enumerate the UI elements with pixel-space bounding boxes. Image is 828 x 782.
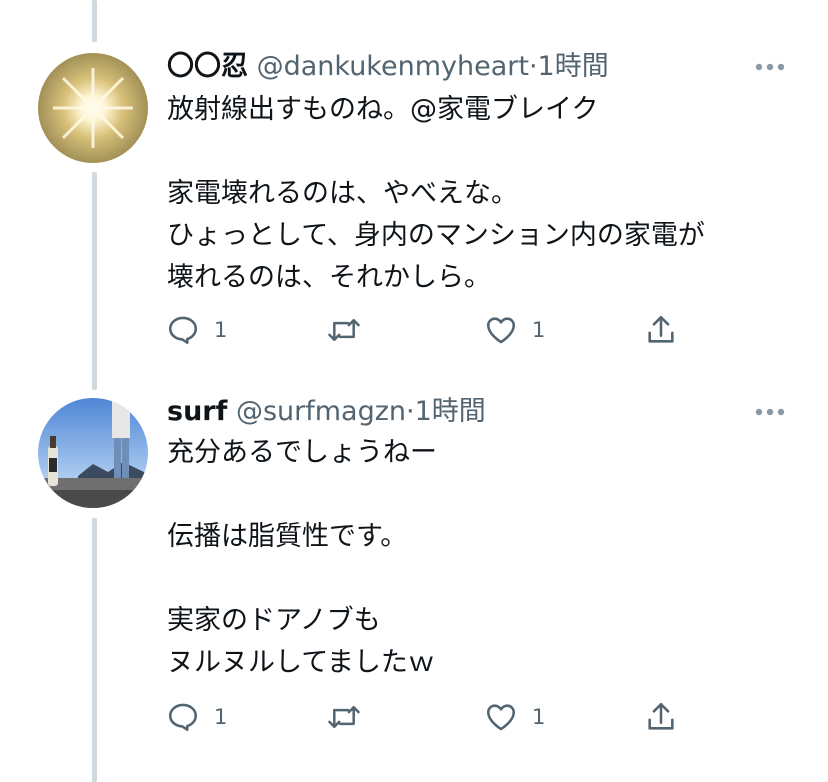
tweet-text: 放射線出すものね。@家電ブレイク 家電壊れるのは、やべえな。 ひょっとして、身内… <box>167 89 797 299</box>
retweet-icon <box>328 706 360 728</box>
reply-button[interactable]: 1 <box>166 697 227 737</box>
tweet-dankukenmyheart[interactable]: 〇〇忍 @dankukenmyheart·1時間 放射線出すものね。@家電ブレイ… <box>0 0 828 380</box>
retweet-icon <box>328 319 360 341</box>
tweet-line: 家電壊れるのは、やべえな。 <box>167 178 518 209</box>
tweet-line: ヌルヌルしてましたｗ <box>167 647 435 678</box>
timestamp[interactable]: 1時間 <box>415 396 486 427</box>
tweet-line <box>167 474 797 516</box>
tweet-header: 〇〇忍 @dankukenmyheart·1時間 <box>167 49 609 85</box>
reply-count: 1 <box>214 705 228 729</box>
retweet-button[interactable] <box>326 697 362 737</box>
display-name[interactable]: surf <box>167 396 227 427</box>
like-count: 1 <box>532 705 546 729</box>
reply-button[interactable]: 1 <box>166 310 227 350</box>
handle[interactable]: @surfmagzn <box>236 396 406 427</box>
more-icon <box>755 408 785 416</box>
tweet-text: 充分あるでしょうねー 伝播は脂質性です。 実家のドアノブも ヌルヌルしてましたｗ <box>167 432 797 684</box>
tweet-line <box>167 558 797 600</box>
tweet-line <box>167 131 797 173</box>
tweet-line: 実家のドアノブも <box>167 605 381 636</box>
like-button[interactable]: 1 <box>484 697 545 737</box>
more-button[interactable] <box>752 394 788 430</box>
share-icon <box>648 702 674 730</box>
reply-icon <box>168 703 198 732</box>
reply-count: 1 <box>214 318 228 342</box>
timestamp[interactable]: 1時間 <box>538 51 609 82</box>
avatar[interactable] <box>38 398 148 508</box>
more-icon <box>755 63 785 71</box>
handle[interactable]: @dankukenmyheart <box>257 51 529 82</box>
share-button[interactable] <box>644 310 678 350</box>
avatar[interactable] <box>38 53 148 163</box>
separator-dot: · <box>528 51 538 82</box>
separator-dot: · <box>406 396 415 427</box>
like-count: 1 <box>532 318 546 342</box>
tweet-line: 壊れるのは、それかしら。 <box>167 262 491 293</box>
more-button[interactable] <box>752 49 788 85</box>
tweet-line: ひょっとして、身内のマンション内の家電が <box>167 220 705 251</box>
like-button[interactable]: 1 <box>484 310 545 350</box>
tweet-surfmagzn[interactable]: surf @surfmagzn·1時間 充分あるでしょうねー 伝播は脂質性です。… <box>0 380 828 782</box>
share-button[interactable] <box>644 697 678 737</box>
share-icon <box>648 315 674 343</box>
like-icon <box>486 704 516 731</box>
like-icon <box>486 317 516 344</box>
reply-icon <box>168 316 198 345</box>
tweet-header: surf @surfmagzn·1時間 <box>167 394 486 430</box>
action-bar: 1 1 <box>0 310 828 350</box>
tweet-line: 放射線出すものね。@家電ブレイク <box>167 94 599 125</box>
tweet-line: 充分あるでしょうねー <box>167 437 437 468</box>
action-bar: 1 1 <box>0 697 828 737</box>
display-name[interactable]: 〇〇忍 <box>167 51 248 82</box>
retweet-button[interactable] <box>326 310 362 350</box>
tweet-line: 伝播は脂質性です。 <box>167 521 408 552</box>
